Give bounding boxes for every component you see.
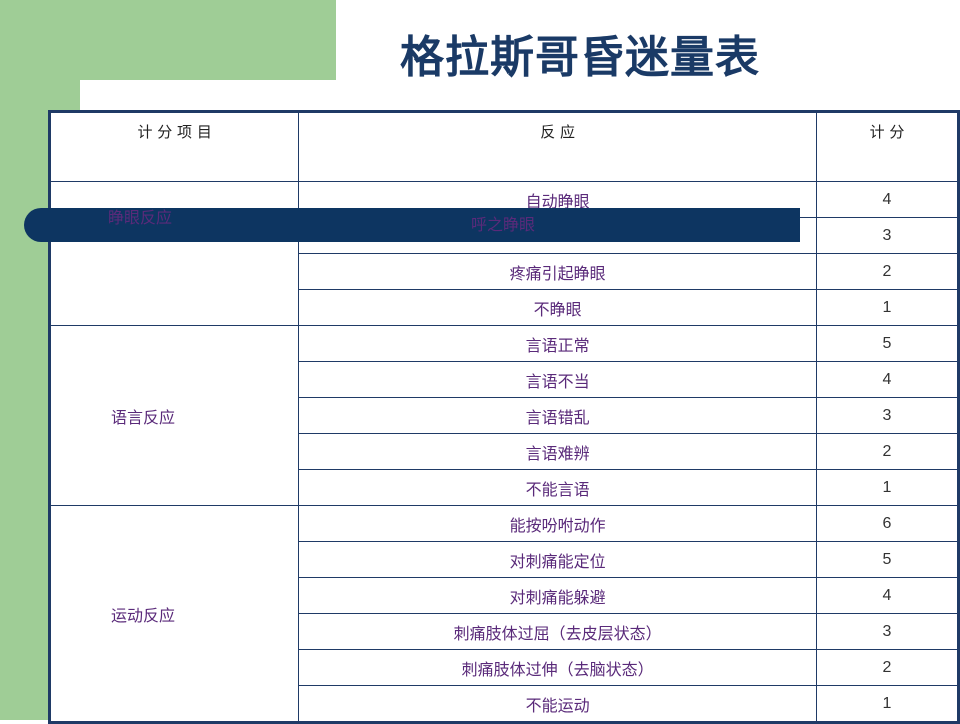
score-cell: 5 xyxy=(815,325,960,362)
table-row: 语言反应 言语正常 5 xyxy=(48,325,960,506)
score-cell: 3 xyxy=(815,397,960,434)
header-response: 反 应 xyxy=(298,111,817,182)
header-item: 计 分 项 目 xyxy=(48,111,300,182)
response-cell: 对刺痛能定位 xyxy=(298,541,817,578)
response-cell: 对刺痛能躲避 xyxy=(298,577,817,614)
header-score: 计 分 xyxy=(815,111,960,182)
response-cell: 不能言语 xyxy=(298,469,817,506)
response-cell: 刺痛肢体过伸（去脑状态） xyxy=(298,649,817,686)
score-cell: 3 xyxy=(815,613,960,650)
category-cell: 睁眼反应 xyxy=(48,181,300,326)
score-cell: 4 xyxy=(815,181,960,218)
score-cell: 3 xyxy=(815,217,960,254)
overlay-category-label: 睁眼反应 xyxy=(108,208,173,227)
score-cell: 2 xyxy=(815,253,960,290)
response-cell: 言语错乱 xyxy=(298,397,817,434)
table-row: 运动反应 能按吩咐动作 6 xyxy=(48,505,960,723)
response-cell: 不睁眼 xyxy=(298,289,817,326)
response-cell: 能按吩咐动作 xyxy=(298,505,817,542)
slide-title: 格拉斯哥昏迷量表 xyxy=(400,32,760,83)
category-cell: 语言反应 xyxy=(48,325,300,506)
overlay-response-label: 呼之睁眼 xyxy=(470,215,535,234)
response-cell: 刺痛肢体过屈（去皮层状态） xyxy=(298,613,817,650)
score-cell: 4 xyxy=(815,577,960,614)
score-cell: 5 xyxy=(815,541,960,578)
table-header-row: 计 分 项 目 反 应 计 分 xyxy=(48,111,960,182)
score-cell: 1 xyxy=(815,289,960,326)
score-cell: 4 xyxy=(815,361,960,398)
score-cell: 2 xyxy=(815,649,960,686)
top-green-block xyxy=(0,0,336,80)
score-cell: 2 xyxy=(815,433,960,470)
score-cell: 1 xyxy=(815,685,960,723)
score-cell: 6 xyxy=(815,505,960,542)
response-cell: 疼痛引起睁眼 xyxy=(298,253,817,290)
gcs-table: 计 分 项 目 反 应 计 分 睁眼反应 自动睁眼 4 3 疼痛引起睁眼 2 不… xyxy=(48,110,960,724)
response-cell: 言语不当 xyxy=(298,361,817,398)
category-cell: 运动反应 xyxy=(48,505,300,723)
response-cell: 言语难辨 xyxy=(298,433,817,470)
response-cell: 言语正常 xyxy=(298,325,817,362)
response-cell: 不能运动 xyxy=(298,685,817,723)
score-cell: 1 xyxy=(815,469,960,506)
